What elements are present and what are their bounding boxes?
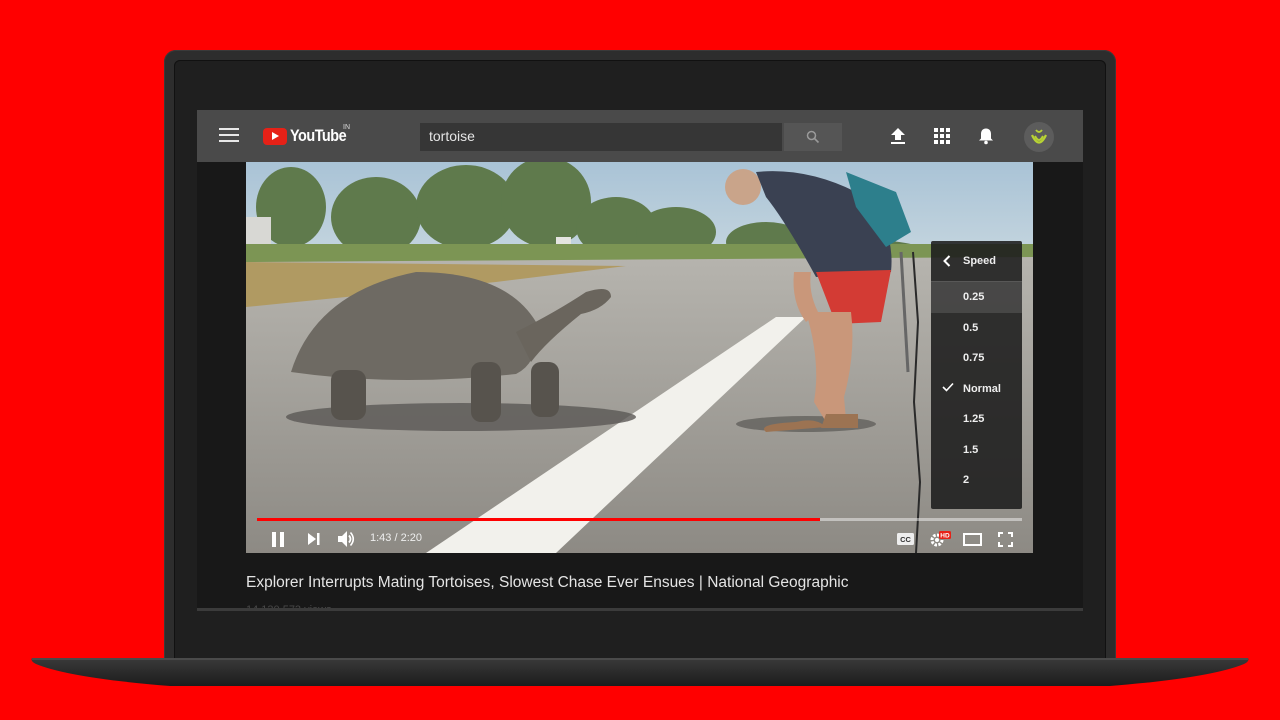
speed-option-1.25[interactable]: 1.25 <box>931 404 1022 435</box>
speed-option-1.5[interactable]: 1.5 <box>931 435 1022 466</box>
speed-option-label: 1.5 <box>963 443 979 456</box>
video-title: Explorer Interrupts Mating Tortoises, Sl… <box>246 574 849 591</box>
logo-region-code: IN <box>343 124 350 131</box>
pause-icon <box>271 531 284 547</box>
speed-option-0.25[interactable]: 0.25 <box>931 282 1022 313</box>
speed-option-label: 0.25 <box>963 291 985 304</box>
youtube-screen: YouTube IN tortoise Speed 0.25 0.5 0.75 … <box>197 110 1083 610</box>
apps-grid-icon <box>934 128 950 144</box>
pause-button[interactable] <box>270 530 286 548</box>
chevron-left-icon <box>943 255 951 267</box>
fullscreen-icon <box>997 531 1013 547</box>
player-controls: 1:43 / 2:20 CC HD <box>246 524 1033 553</box>
bell-icon <box>979 128 993 145</box>
speed-option-label: 0.75 <box>963 352 985 365</box>
search-input[interactable]: tortoise <box>420 123 782 151</box>
skip-next-icon <box>308 533 320 545</box>
laptop-base <box>30 658 1250 688</box>
upload-icon <box>891 128 905 144</box>
user-avatar[interactable] <box>1024 122 1054 152</box>
screen-bottom-edge <box>197 608 1083 611</box>
progress-bar-played <box>257 518 821 521</box>
theater-mode-button[interactable] <box>962 530 982 548</box>
speed-option-0.5[interactable]: 0.5 <box>931 313 1022 344</box>
search-icon <box>806 130 820 144</box>
checkmark-icon <box>942 382 954 392</box>
speed-option-0.75[interactable]: 0.75 <box>931 343 1022 374</box>
speed-option-normal[interactable]: Normal <box>931 374 1022 405</box>
search-button[interactable] <box>784 123 842 151</box>
captions-button[interactable]: CC <box>896 530 914 548</box>
volume-icon <box>338 531 355 547</box>
laptop-mockup-stage: YouTube IN tortoise Speed 0.25 0.5 0.75 … <box>0 0 1280 720</box>
speed-option-label: 2 <box>963 474 970 487</box>
avatar-logo-icon <box>1031 129 1047 144</box>
youtube-play-logo-icon <box>263 127 287 145</box>
gear-icon: HD <box>930 531 951 547</box>
volume-button[interactable] <box>337 530 357 548</box>
hd-badge-text: HD <box>940 533 950 540</box>
video-frame <box>246 162 1033 553</box>
time-display: 1:43 / 2:20 <box>370 532 422 544</box>
masthead: YouTube IN tortoise <box>197 110 1083 162</box>
upload-button[interactable] <box>888 126 908 146</box>
theater-mode-icon <box>962 532 982 546</box>
speed-menu-back-button[interactable]: Speed <box>931 241 1022 282</box>
video-player[interactable]: Speed 0.25 0.5 0.75 Normal 1.25 1.5 2 1:… <box>246 162 1033 553</box>
fullscreen-button[interactable] <box>996 530 1014 548</box>
progress-bar[interactable] <box>257 518 1022 521</box>
closed-captions-icon: CC <box>896 533 914 545</box>
next-button[interactable] <box>306 530 322 548</box>
speed-option-label: Normal <box>963 382 1001 395</box>
svg-text:CC: CC <box>900 535 911 544</box>
speed-option-label: 1.25 <box>963 413 985 426</box>
playback-speed-menu: Speed 0.25 0.5 0.75 Normal 1.25 1.5 2 <box>931 241 1022 509</box>
hamburger-menu-icon[interactable] <box>219 128 239 144</box>
apps-button[interactable] <box>932 126 952 146</box>
speed-option-label: 0.5 <box>963 321 979 334</box>
speed-option-2[interactable]: 2 <box>931 465 1022 496</box>
settings-button[interactable]: HD <box>929 530 953 548</box>
notifications-button[interactable] <box>976 126 996 146</box>
speed-menu-title: Speed <box>963 255 997 267</box>
youtube-logo[interactable]: YouTube IN <box>263 124 356 146</box>
logo-text: YouTube <box>290 126 347 145</box>
